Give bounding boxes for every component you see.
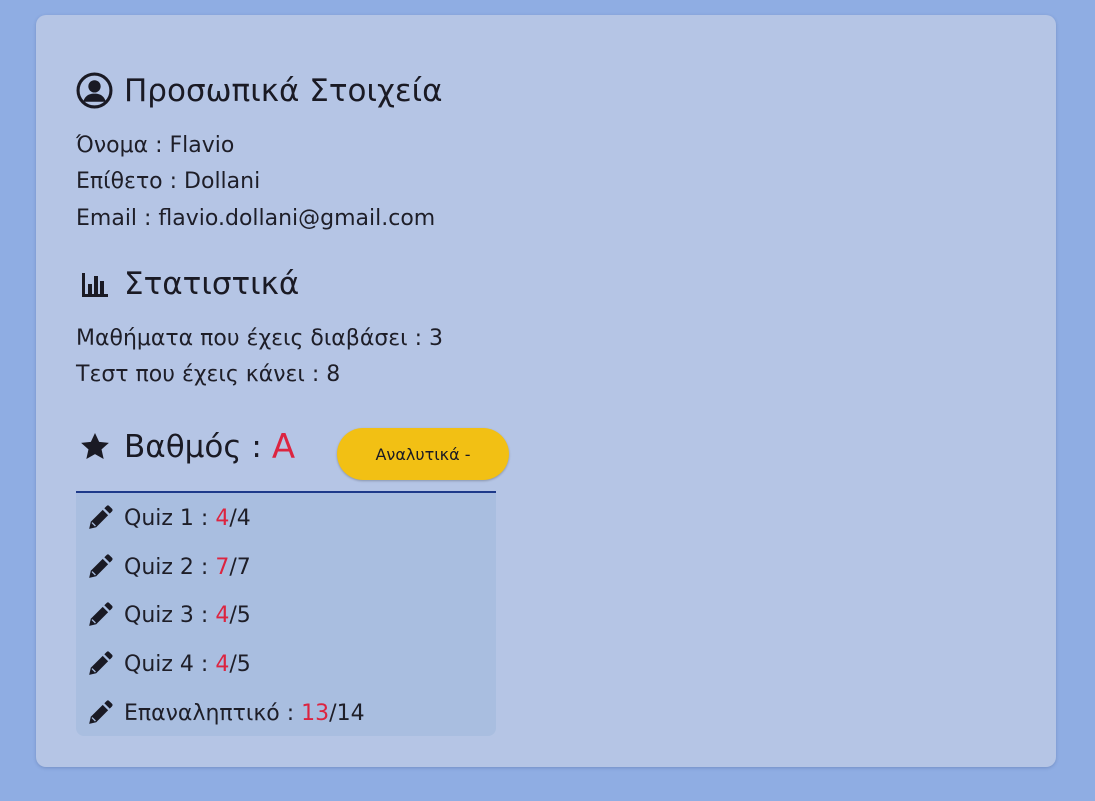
quiz-results-panel: Quiz 1 : 4/4 Quiz 2 : 7/7 Quiz 3 : 4 /5 … bbox=[76, 491, 496, 736]
pencil-icon bbox=[86, 553, 114, 581]
details-toggle-button[interactable]: Αναλυτικά - bbox=[337, 428, 509, 480]
quiz-score: 4 bbox=[215, 651, 230, 677]
quiz-label: Quiz 4 : bbox=[124, 651, 209, 677]
email-line: Email : flavio.dollani@gmail.com bbox=[76, 206, 436, 231]
pencil-icon bbox=[86, 504, 114, 532]
quiz-score: 13 bbox=[301, 700, 330, 726]
quiz-total: /5 bbox=[229, 651, 251, 677]
tests-taken-line: Τεστ που έχεις κάνει : 8 bbox=[76, 362, 341, 387]
quiz-total: /5 bbox=[229, 602, 251, 628]
quiz-label: Quiz 2 : bbox=[124, 554, 209, 580]
quiz-score: 4 bbox=[215, 505, 230, 531]
quiz-label: Quiz 1 : bbox=[124, 505, 209, 531]
lessons-read-line: Μαθήματα που έχεις διαβάσει : 3 bbox=[76, 326, 444, 351]
star-icon bbox=[76, 429, 113, 466]
profile-card: Προσωπικά Στοιχεία Όνομα : Flavio Επίθετ… bbox=[36, 15, 1056, 767]
quiz-total: /7 bbox=[229, 554, 251, 580]
statistics-heading: Στατιστικά bbox=[76, 265, 299, 302]
quiz-item: Quiz 1 : 4/4 bbox=[86, 504, 251, 532]
quiz-item: Quiz 2 : 7/7 bbox=[86, 553, 251, 581]
quiz-item: Επαναληπτικό : 13/14 bbox=[86, 699, 365, 727]
personal-info-title: Προσωπικά Στοιχεία bbox=[124, 72, 443, 109]
grade-label: Βαθμός : bbox=[124, 429, 262, 465]
pencil-icon bbox=[86, 650, 114, 678]
pencil-icon bbox=[86, 699, 114, 727]
name-line: Όνομα : Flavio bbox=[76, 133, 235, 158]
grade-row: Βαθμός : A bbox=[76, 427, 295, 467]
quiz-score: 7 bbox=[215, 554, 230, 580]
quiz-label: Επαναληπτικό : bbox=[124, 700, 295, 726]
quiz-total: /4 bbox=[229, 505, 251, 531]
quiz-score: 4 bbox=[215, 602, 230, 628]
quiz-total: /14 bbox=[329, 700, 365, 726]
surname-line: Επίθετο : Dollani bbox=[76, 169, 261, 194]
personal-info-heading: Προσωπικά Στοιχεία bbox=[76, 72, 443, 109]
bar-chart-icon bbox=[76, 265, 113, 302]
grade-value: A bbox=[271, 427, 296, 467]
pencil-icon bbox=[86, 601, 114, 629]
quiz-item: Quiz 3 : 4/5 bbox=[86, 601, 251, 629]
statistics-title: Στατιστικά bbox=[124, 265, 300, 302]
user-circle-icon bbox=[76, 72, 113, 109]
quiz-item: Quiz 4 : 4/5 bbox=[86, 650, 251, 678]
quiz-label: Quiz 3 : bbox=[124, 602, 209, 628]
